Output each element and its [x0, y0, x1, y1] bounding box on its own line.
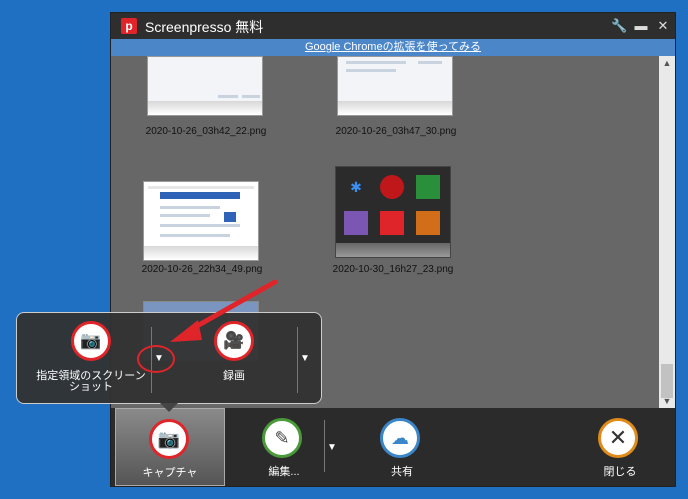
app-tile-icon	[380, 175, 404, 199]
screenshot-preview	[338, 57, 452, 103]
screenshot-preview	[148, 57, 262, 103]
scroll-up-icon[interactable]: ▲	[659, 56, 675, 70]
bluetooth-icon: ✱	[344, 175, 368, 199]
vertical-scrollbar[interactable]: ▲ ▼	[659, 56, 675, 408]
screenpresso-logo-icon: p	[121, 18, 137, 34]
pencil-ruler-icon: ✎	[262, 418, 302, 458]
thumbnail-filename: 2020-10-26_22h34_49.png	[141, 264, 263, 275]
close-button[interactable]: ✕ 閉じる	[565, 408, 675, 486]
settings-icon[interactable]: 🔧	[611, 18, 627, 34]
thumbnail-shadow	[144, 246, 258, 260]
share-button[interactable]: ☁ 共有	[347, 408, 457, 486]
record-video-option[interactable]: 🎥 録画	[189, 321, 279, 382]
bottom-toolbar: 📷 キャプチャ ✎ 編集... ▼ ☁ 共有 ✕ 閉じる	[111, 408, 675, 486]
thumbnail-filename: 2020-10-26_03h42_22.png	[145, 126, 267, 137]
edit-label: 編集...	[268, 466, 300, 478]
close-label: 閉じる	[603, 466, 637, 478]
edit-button[interactable]: ✎ 編集...	[229, 408, 339, 486]
gallery-thumbnail[interactable]	[143, 181, 259, 261]
thumbnail-filename: 2020-10-30_16h27_23.png	[332, 264, 454, 275]
region-screenshot-option[interactable]: 📷 指定領域のスクリーンショット	[31, 321, 151, 393]
close-window-button[interactable]: ✕	[655, 18, 671, 34]
title-bar[interactable]: p Screenpresso 無料 🔧 ▬ ✕	[111, 13, 675, 39]
cloud-upload-icon: ☁	[380, 418, 420, 458]
camera-icon: 📷	[71, 321, 111, 361]
gallery-thumbnail[interactable]	[337, 56, 453, 116]
thumbnail-shadow	[338, 101, 452, 115]
window-title: Screenpresso 無料	[145, 19, 264, 35]
thumbnail-shadow	[148, 101, 262, 115]
video-camera-icon: 🎥	[214, 321, 254, 361]
popup-pointer	[160, 403, 178, 412]
annotation-highlight-circle	[137, 345, 175, 373]
region-screenshot-label: 指定領域のスクリーンショット	[36, 370, 146, 393]
thumbnail-shadow	[336, 243, 450, 257]
screenpresso-window: p Screenpresso 無料 🔧 ▬ ✕ Google Chromeの拡張…	[110, 12, 676, 487]
gallery-thumbnail[interactable]: ✱	[335, 166, 451, 258]
minimize-button[interactable]: ▬	[633, 18, 649, 33]
close-x-icon: ✕	[598, 418, 638, 458]
share-label: 共有	[391, 466, 413, 478]
popup-divider	[297, 327, 298, 393]
app-tile-icon	[416, 211, 440, 235]
gallery-thumbnail[interactable]	[147, 56, 263, 116]
edit-dropdown-arrow-icon[interactable]: ▼	[327, 442, 337, 453]
shield-icon	[416, 175, 440, 199]
record-video-label: 録画	[223, 370, 245, 382]
scroll-down-icon[interactable]: ▼	[659, 394, 675, 408]
record-dropdown-arrow-icon[interactable]: ▼	[300, 353, 310, 364]
camera-icon: 📷	[149, 419, 189, 459]
scrollbar-thumb[interactable]	[661, 364, 673, 398]
thumbnail-filename: 2020-10-26_03h47_30.png	[335, 126, 457, 137]
capture-button[interactable]: 📷 キャプチャ	[115, 408, 225, 486]
capture-label: キャプチャ	[142, 467, 198, 479]
screenpresso-tray-icon	[380, 211, 404, 235]
toolbar-divider	[324, 420, 325, 472]
screenshot-preview	[144, 182, 258, 248]
chrome-extension-link[interactable]: Google Chromeの拡張を使ってみる	[111, 39, 675, 56]
feather-icon	[344, 211, 368, 235]
